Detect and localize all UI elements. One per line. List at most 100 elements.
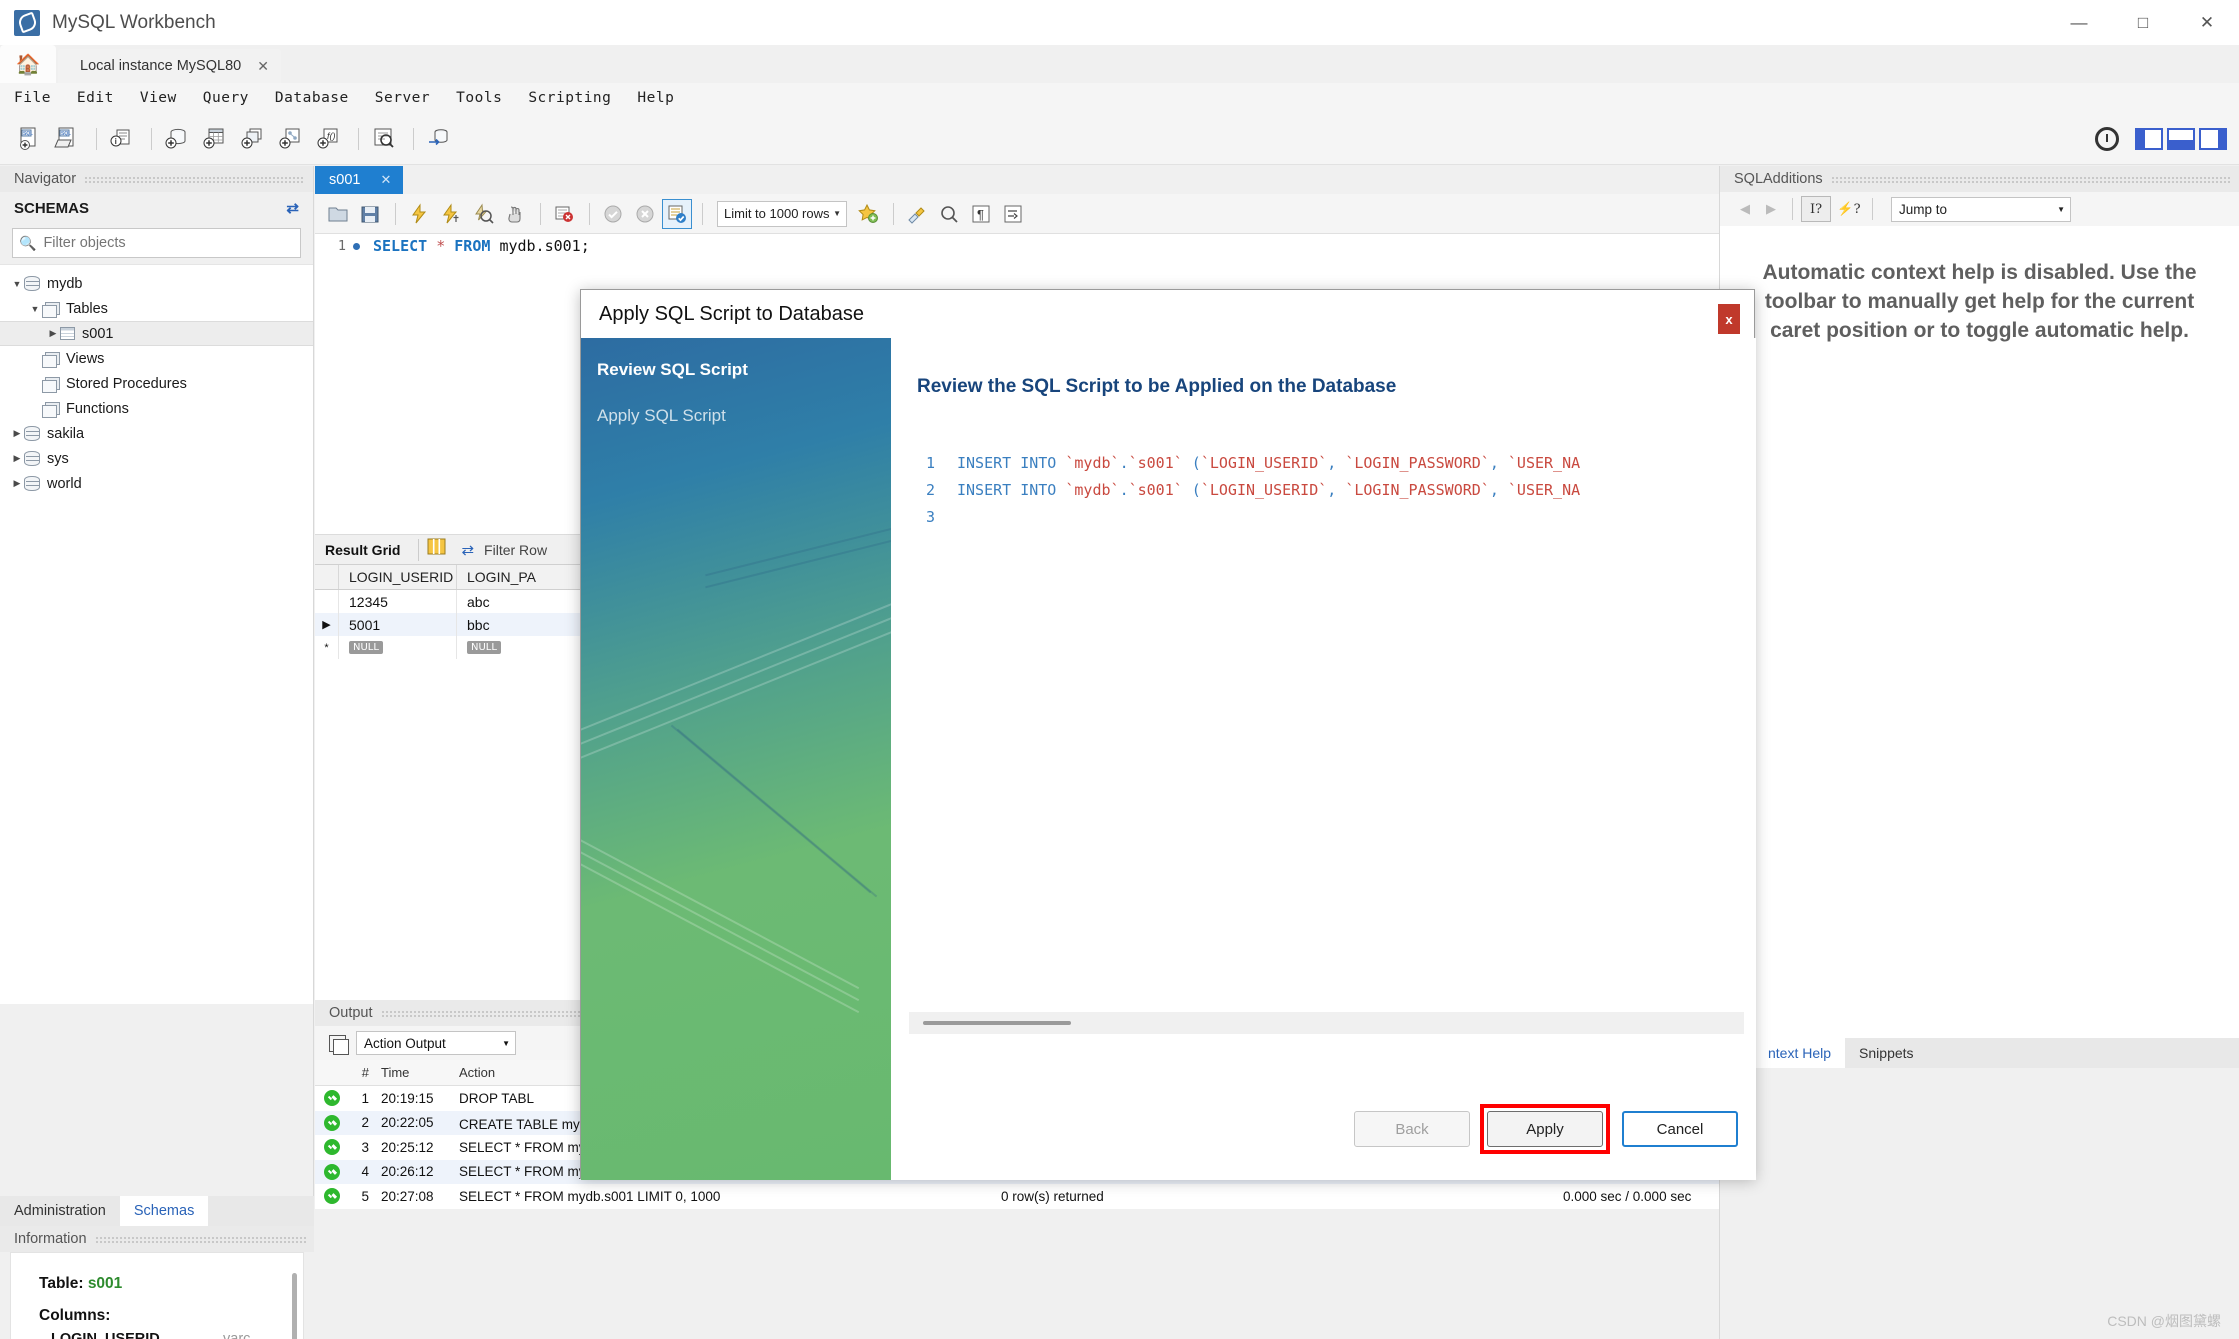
output-cell-num: 4 (361, 1164, 369, 1180)
new-schema-icon[interactable] (160, 122, 194, 156)
menu-item-query[interactable]: Query (203, 90, 249, 106)
dialog-button-row: Back Apply Cancel (1342, 1104, 1738, 1154)
context-help-icon[interactable]: I? (1801, 196, 1831, 222)
toggle-sidebar-icon[interactable] (2135, 128, 2163, 150)
execute-current-statement-icon[interactable] (436, 199, 466, 229)
tab-snippets[interactable]: Snippets (1845, 1038, 1927, 1068)
apply-button[interactable]: Apply (1487, 1111, 1603, 1147)
open-script-icon[interactable] (323, 199, 353, 229)
tree-item-stored-procedures[interactable]: ▶Stored Procedures (0, 371, 313, 396)
info-vertical-scrollbar[interactable] (292, 1273, 297, 1339)
toolbar-separator (418, 538, 420, 561)
close-button[interactable]: ✕ (2175, 0, 2239, 45)
connection-info-icon[interactable]: i (105, 122, 139, 156)
tree-item-functions[interactable]: ▶Functions (0, 396, 313, 421)
close-icon[interactable]: ✕ (257, 58, 269, 75)
menu-item-file[interactable]: File (14, 90, 51, 106)
cancel-button[interactable]: Cancel (1622, 1111, 1738, 1147)
sql-script-preview[interactable]: 1 INSERT INTO `mydb`.`s001` (`LOGIN_USERI… (891, 450, 1756, 531)
forward-arrow-icon[interactable]: ▶ (1758, 196, 1784, 222)
dialog-step-review[interactable]: Review SQL Script (581, 360, 891, 380)
toggle-secondary-sidebar-icon[interactable] (2199, 128, 2227, 150)
scrollbar-thumb[interactable] (923, 1021, 1071, 1025)
menu-item-server[interactable]: Server (375, 90, 430, 106)
stop-query-icon[interactable] (500, 199, 530, 229)
menu-item-view[interactable]: View (140, 90, 177, 106)
menu-item-database[interactable]: Database (275, 90, 349, 106)
tab-administration[interactable]: Administration (0, 1196, 120, 1226)
home-tab[interactable]: 🏠 (0, 45, 56, 83)
chevron-right-icon[interactable]: ▶ (10, 428, 24, 439)
close-icon[interactable]: ✕ (380, 172, 391, 188)
limit-rows-select[interactable]: Limit to 1000 rows ▼ (717, 200, 847, 227)
column-header-login-userid[interactable]: LOGIN_USERID (339, 565, 457, 589)
save-snippet-icon[interactable] (853, 199, 883, 229)
toggle-invisible-chars-icon[interactable]: ¶ (966, 199, 996, 229)
tree-item-s001[interactable]: ▶ s001 (0, 321, 313, 346)
tab-context-help[interactable]: ntext Help (1754, 1038, 1846, 1068)
tree-item-views[interactable]: ▶Views (0, 346, 313, 371)
commit-icon[interactable] (598, 199, 628, 229)
menu-item-help[interactable]: Help (637, 90, 674, 106)
rollback-icon[interactable] (630, 199, 660, 229)
dialog-close-button[interactable]: x (1718, 304, 1740, 334)
open-sql-script-icon[interactable]: SQL (50, 122, 84, 156)
output-type-select[interactable]: Action Output ▼ (356, 1031, 516, 1055)
cell-login-userid[interactable]: NULL (339, 636, 457, 659)
tree-item-world[interactable]: ▶ world (0, 471, 313, 496)
tree-item-tables[interactable]: ▼ Tables (0, 296, 313, 321)
new-table-icon[interactable] (198, 122, 232, 156)
new-procedure-icon[interactable] (274, 122, 308, 156)
chevron-down-icon[interactable]: ▼ (28, 304, 42, 314)
filter-objects-box[interactable]: 🔍 (12, 228, 301, 258)
tab-schemas[interactable]: Schemas (119, 1196, 209, 1226)
chevron-down-icon[interactable]: ▼ (10, 279, 24, 289)
tab-local-instance[interactable]: Local instance MySQL80 ✕ (58, 49, 281, 83)
table-info-title: Table: s001 (39, 1275, 303, 1293)
maximize-button[interactable]: □ (2111, 0, 2175, 45)
toggle-output-panel-icon[interactable] (2167, 128, 2195, 150)
caption-dots (84, 175, 305, 183)
tree-item-sys[interactable]: ▶ sys (0, 446, 313, 471)
search-table-data-icon[interactable] (367, 122, 401, 156)
check-circle-icon (324, 1163, 340, 1180)
save-script-icon[interactable] (355, 199, 385, 229)
tab-s001[interactable]: s001 ✕ (315, 166, 404, 194)
chevron-right-icon[interactable]: ▶ (10, 453, 24, 464)
auto-help-toggle-icon[interactable]: ⚡? (1834, 196, 1864, 222)
toggle-auto-commit-icon[interactable] (662, 198, 692, 229)
sql-additions-caption-bar: SQLAdditions (1720, 166, 2239, 192)
chevron-right-icon[interactable]: ▶ (46, 328, 60, 339)
minimize-button[interactable]: — (2047, 0, 2111, 45)
new-view-icon[interactable] (236, 122, 270, 156)
copy-icon[interactable] (329, 1034, 349, 1055)
grid-view-icon[interactable] (427, 538, 447, 561)
cell-login-userid[interactable]: 5001 (339, 613, 457, 636)
find-icon[interactable] (934, 199, 964, 229)
cell-login-userid[interactable]: 12345 (339, 590, 457, 613)
new-function-icon[interactable]: f() (312, 122, 346, 156)
refresh-icon[interactable]: ⇄ (461, 541, 474, 559)
sql-script-horizontal-scrollbar[interactable] (909, 1012, 1744, 1034)
sql-keyword-select: SELECT (373, 237, 428, 255)
execute-icon[interactable] (404, 199, 434, 229)
back-arrow-icon[interactable]: ◀ (1732, 196, 1758, 222)
toggle-stop-on-error-icon[interactable] (549, 199, 579, 229)
menu-item-scripting[interactable]: Scripting (528, 90, 611, 106)
tree-item-sakila[interactable]: ▶ sakila (0, 421, 313, 446)
menu-item-tools[interactable]: Tools (456, 90, 502, 106)
globe-icon[interactable] (2095, 127, 2119, 151)
toggle-wrapping-icon[interactable] (998, 199, 1028, 229)
tree-item-label: sakila (47, 425, 85, 442)
new-sql-tab-icon[interactable]: SQL (12, 122, 46, 156)
tree-item-mydb[interactable]: ▼ mydb (0, 271, 313, 296)
menu-item-edit[interactable]: Edit (77, 90, 114, 106)
schema-tree[interactable]: ▼mydb▼Tables▶s001▶Views▶Stored Procedure… (0, 264, 313, 1004)
jump-to-select[interactable]: Jump to ▼ (1891, 196, 2071, 222)
filter-objects-input[interactable] (43, 235, 300, 251)
reconnect-server-icon[interactable] (422, 122, 456, 156)
chevron-right-icon[interactable]: ▶ (10, 478, 24, 489)
refresh-icon[interactable]: ⇄ (286, 199, 299, 217)
beautify-query-icon[interactable] (902, 199, 932, 229)
explain-query-icon[interactable] (468, 199, 498, 229)
